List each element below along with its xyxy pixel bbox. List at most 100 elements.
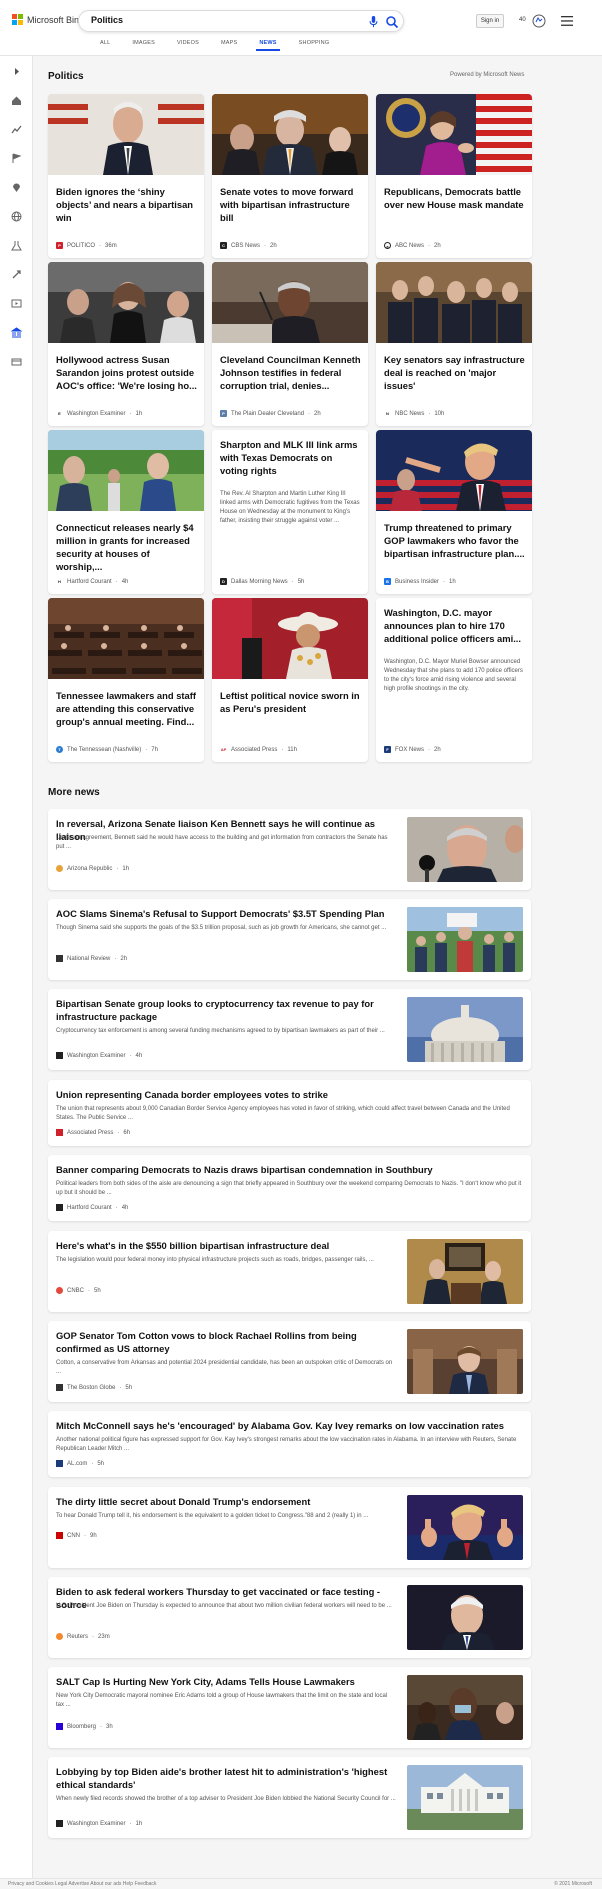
- science-icon[interactable]: [11, 240, 22, 251]
- news-list-item[interactable]: Biden to ask federal workers Thursday to…: [48, 1577, 531, 1658]
- item-title[interactable]: Union representing Canada border employe…: [56, 1088, 516, 1101]
- tab-maps[interactable]: MAPS: [210, 40, 248, 54]
- news-card[interactable]: Cleveland Councilman Kenneth Johnson tes…: [212, 262, 368, 426]
- item-title[interactable]: GOP Senator Tom Cotton vows to block Rac…: [56, 1329, 396, 1355]
- card-source[interactable]: E Washington Examiner · 1h: [56, 410, 142, 417]
- tab-all[interactable]: ALL: [89, 40, 121, 54]
- news-list-item[interactable]: Banner comparing Democrats to Nazis draw…: [48, 1155, 531, 1221]
- item-source[interactable]: CNBC · 5h: [56, 1287, 101, 1294]
- news-card[interactable]: Trump threatened to primary GOP lawmaker…: [376, 430, 532, 594]
- item-source[interactable]: Reuters · 23m: [56, 1633, 110, 1640]
- news-list-item[interactable]: Mitch McConnell says he's 'encouraged' b…: [48, 1411, 531, 1477]
- news-card[interactable]: Leftist political novice sworn in as Per…: [212, 598, 368, 762]
- card-source[interactable]: F FOX News · 2h: [384, 746, 441, 753]
- politics-icon[interactable]: [11, 327, 22, 338]
- item-title[interactable]: SALT Cap Is Hurting New York City, Adams…: [56, 1675, 396, 1688]
- news-card[interactable]: Washington, D.C. mayor announces plan to…: [376, 598, 532, 762]
- item-source[interactable]: Hartford Courant · 4h: [56, 1204, 128, 1211]
- card-source[interactable]: AP Associated Press · 11h: [220, 746, 297, 753]
- search-input[interactable]: [91, 15, 341, 25]
- news-list-item[interactable]: Here's what's in the $550 billion bipart…: [48, 1231, 531, 1312]
- card-source[interactable]: P POLITICO · 36m: [56, 242, 117, 249]
- item-source[interactable]: Bloomberg · 3h: [56, 1723, 113, 1730]
- news-list-item[interactable]: Bipartisan Senate group looks to cryptoc…: [48, 989, 531, 1070]
- card-title[interactable]: Senate votes to move forward with bipart…: [220, 185, 362, 224]
- item-title[interactable]: Mitch McConnell says he's 'encouraged' b…: [56, 1419, 516, 1432]
- news-list-item[interactable]: The dirty little secret about Donald Tru…: [48, 1487, 531, 1568]
- source-logo-icon: C: [220, 242, 227, 249]
- news-list-item[interactable]: AOC Slams Sinema's Refusal to Support De…: [48, 899, 531, 980]
- news-card[interactable]: Sharpton and MLK III link arms with Texa…: [212, 430, 368, 594]
- rewards-icon[interactable]: [531, 13, 547, 29]
- news-list-item[interactable]: Lobbying by top Biden aide's brother lat…: [48, 1757, 531, 1838]
- news-card[interactable]: Tennessee lawmakers and staff are attend…: [48, 598, 204, 762]
- item-source[interactable]: Associated Press · 6h: [56, 1129, 130, 1136]
- tab-images[interactable]: IMAGES: [121, 40, 166, 54]
- item-title[interactable]: Lobbying by top Biden aide's brother lat…: [56, 1765, 396, 1791]
- tab-news[interactable]: NEWS: [248, 40, 287, 54]
- item-title[interactable]: Banner comparing Democrats to Nazis draw…: [56, 1163, 516, 1176]
- item-title[interactable]: Bipartisan Senate group looks to cryptoc…: [56, 997, 376, 1023]
- card-title[interactable]: Connecticut releases nearly $4 million i…: [56, 521, 198, 573]
- card-source[interactable]: D Dallas Morning News · 5h: [220, 578, 304, 585]
- item-source[interactable]: Washington Examiner · 1h: [56, 1820, 142, 1827]
- card-source[interactable]: N NBC News · 10h: [384, 410, 444, 417]
- location-icon[interactable]: [11, 182, 22, 193]
- rewards-points[interactable]: 40: [519, 17, 526, 23]
- tab-shopping[interactable]: SHOPPING: [288, 40, 341, 54]
- sign-in-button[interactable]: Sign in: [476, 14, 504, 28]
- news-card[interactable]: Republicans, Democrats battle over new H…: [376, 94, 532, 258]
- card-title[interactable]: Trump threatened to primary GOP lawmaker…: [384, 521, 526, 560]
- search-icon[interactable]: [385, 15, 399, 29]
- card-source[interactable]: H Hartford Courant · 4h: [56, 578, 128, 585]
- item-source[interactable]: Arizona Republic · 1h: [56, 865, 129, 872]
- card-title[interactable]: Leftist political novice sworn in as Per…: [220, 689, 362, 715]
- powered-by-label[interactable]: Powered by Microsoft News: [450, 72, 524, 78]
- card-title[interactable]: Key senators say infrastructure deal is …: [384, 353, 526, 392]
- card-title[interactable]: Sharpton and MLK III link arms with Texa…: [220, 438, 362, 477]
- card-source[interactable]: B Business Insider · 1h: [384, 578, 456, 585]
- bing-logo[interactable]: Microsoft Bing: [12, 14, 84, 25]
- news-list-item[interactable]: In reversal, Arizona Senate liaison Ken …: [48, 809, 531, 890]
- news-list-item[interactable]: GOP Senator Tom Cotton vows to block Rac…: [48, 1321, 531, 1402]
- globe-icon[interactable]: [11, 211, 22, 222]
- source-name: FOX News: [395, 746, 425, 753]
- item-source[interactable]: AL.com · 5h: [56, 1460, 104, 1467]
- item-source[interactable]: CNN · 9h: [56, 1532, 97, 1539]
- item-source[interactable]: The Boston Globe · 5h: [56, 1384, 132, 1391]
- card-title[interactable]: Hollywood actress Susan Sarandon joins p…: [56, 353, 198, 392]
- expand-chevron-icon[interactable]: [11, 66, 22, 77]
- news-card[interactable]: Key senators say infrastructure deal is …: [376, 262, 532, 426]
- footer-links[interactable]: Privacy and Cookies Legal Advertise Abou…: [8, 1881, 156, 1887]
- card-source[interactable]: C CBS News · 2h: [220, 242, 277, 249]
- item-source[interactable]: Washington Examiner · 4h: [56, 1052, 142, 1059]
- card-title[interactable]: Biden ignores the ‘shiny objects’ and ne…: [56, 185, 198, 224]
- card-source[interactable]: a ABC News · 2h: [384, 242, 441, 249]
- home-icon[interactable]: [11, 95, 22, 106]
- item-source[interactable]: National Review · 2h: [56, 955, 127, 962]
- tab-videos[interactable]: VIDEOS: [166, 40, 210, 54]
- card-source[interactable]: T The Tennessean (Nashville) · 7h: [56, 746, 158, 753]
- card-title[interactable]: Tennessee lawmakers and staff are attend…: [56, 689, 198, 728]
- trending-icon[interactable]: [11, 124, 22, 135]
- news-image: [212, 94, 368, 175]
- entertainment-icon[interactable]: [11, 298, 22, 309]
- card-source[interactable]: P The Plain Dealer Cleveland · 2h: [220, 410, 321, 417]
- card-title[interactable]: Washington, D.C. mayor announces plan to…: [384, 606, 526, 645]
- microphone-icon[interactable]: [369, 16, 378, 28]
- news-card[interactable]: Connecticut releases nearly $4 million i…: [48, 430, 204, 594]
- card-title[interactable]: Republicans, Democrats battle over new H…: [384, 185, 526, 211]
- menu-icon[interactable]: [561, 16, 573, 26]
- item-title[interactable]: AOC Slams Sinema's Refusal to Support De…: [56, 907, 396, 920]
- sports-icon[interactable]: [11, 269, 22, 280]
- card-title[interactable]: Cleveland Councilman Kenneth Johnson tes…: [220, 353, 362, 392]
- news-card[interactable]: Senate votes to move forward with bipart…: [212, 94, 368, 258]
- money-icon[interactable]: [11, 356, 22, 367]
- news-card[interactable]: Biden ignores the ‘shiny objects’ and ne…: [48, 94, 204, 258]
- news-card[interactable]: Hollywood actress Susan Sarandon joins p…: [48, 262, 204, 426]
- item-title[interactable]: Here's what's in the $550 billion bipart…: [56, 1239, 396, 1252]
- news-list-item[interactable]: Union representing Canada border employe…: [48, 1080, 531, 1146]
- news-list-item[interactable]: SALT Cap Is Hurting New York City, Adams…: [48, 1667, 531, 1748]
- item-title[interactable]: The dirty little secret about Donald Tru…: [56, 1495, 396, 1508]
- flag-icon[interactable]: [11, 153, 22, 164]
